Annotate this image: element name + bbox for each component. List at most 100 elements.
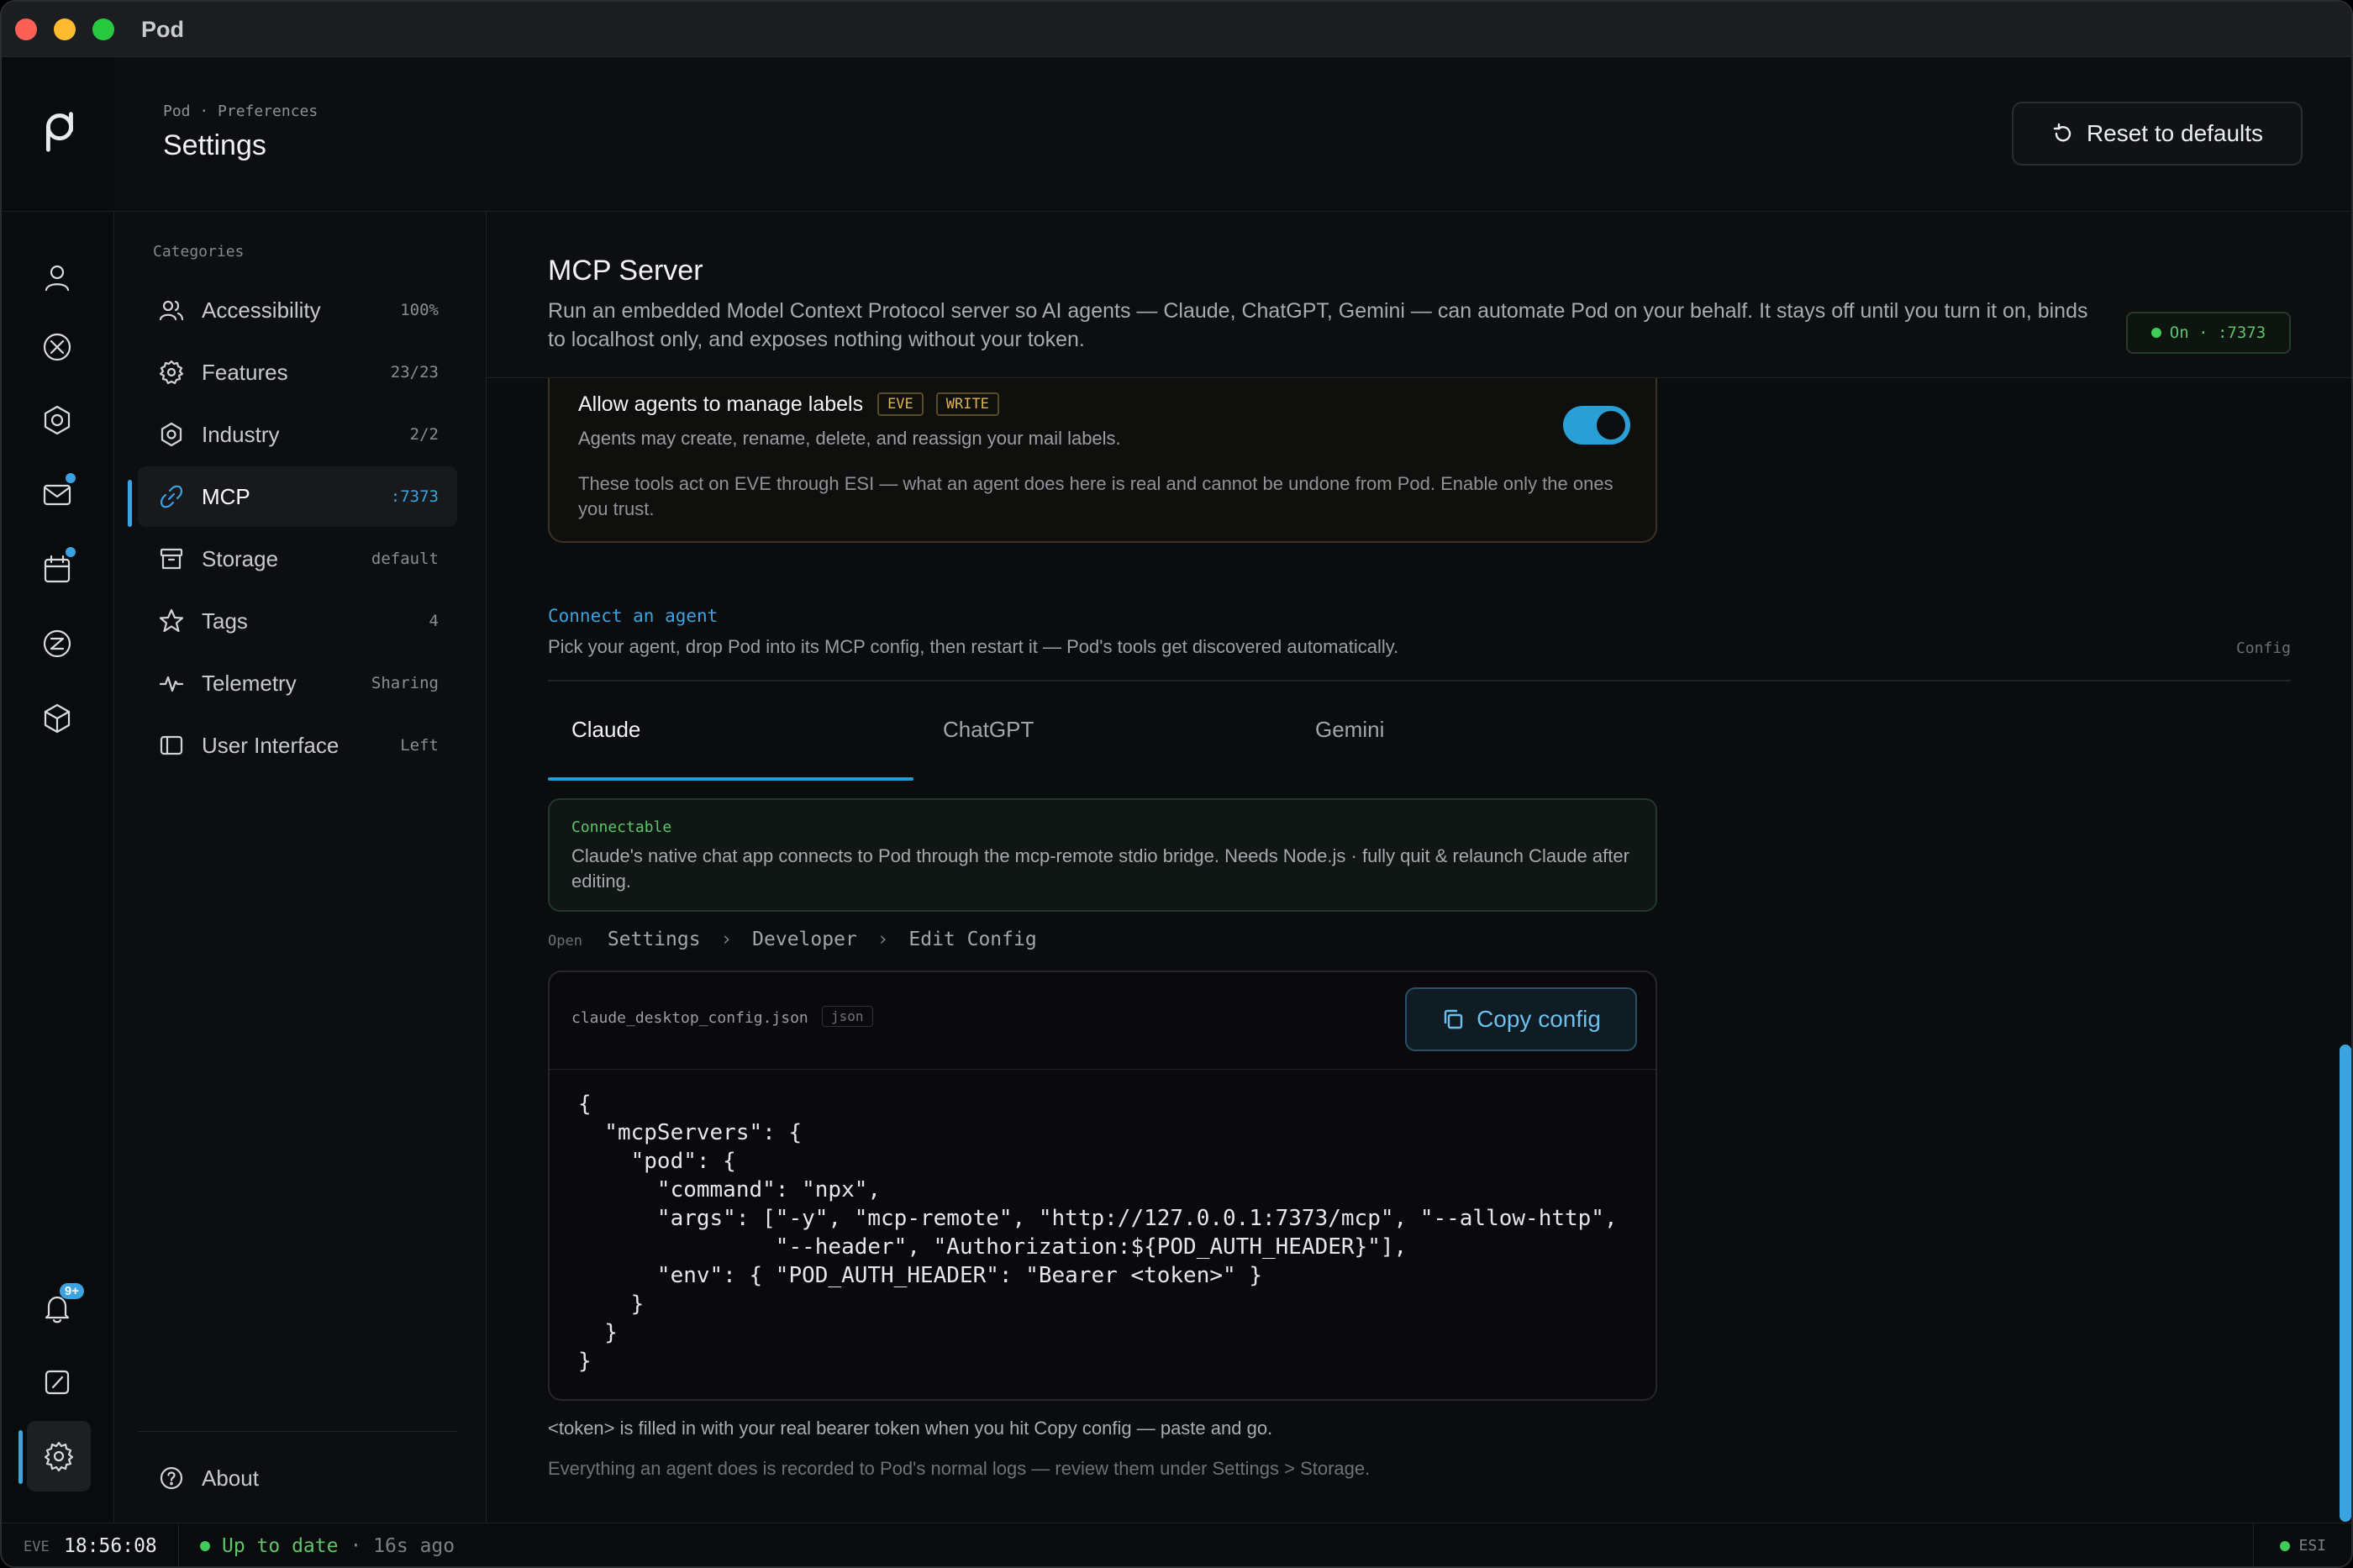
zoom-window-button[interactable] [92, 18, 114, 40]
link-icon [160, 485, 183, 508]
reset-defaults-label: Reset to defaults [2086, 120, 2264, 146]
file-type-tag: json [822, 1006, 873, 1027]
esi-status: ESI [2280, 1537, 2326, 1555]
sidebar-active-indicator [128, 480, 132, 527]
sidebar-item-accessibility[interactable]: Accessibility 100% [138, 280, 457, 340]
tab-chatgpt[interactable]: ChatGPT [943, 717, 1034, 779]
pod-logo-icon [45, 112, 73, 152]
connect-agent-description: Pick your agent, drop Pod into its MCP c… [548, 636, 1399, 657]
permission-subtitle: Agents may create, rename, delete, and r… [578, 428, 1121, 449]
sidebar-item-tags[interactable]: Tags 4 [138, 591, 457, 651]
edit-box-icon[interactable] [30, 1355, 84, 1409]
calendar-icon[interactable] [30, 542, 84, 596]
gear-icon[interactable] [27, 1421, 91, 1492]
connectable-label: Connectable [571, 818, 672, 836]
sync-time-ago: · 16s ago [350, 1535, 455, 1557]
token-footnote: <token> is filled in with your real bear… [548, 1418, 1273, 1439]
sidebar-item-mcp[interactable]: MCP :7373 [138, 466, 457, 527]
eve-tag: EVE [877, 392, 924, 416]
status-dot [2150, 328, 2161, 338]
sidebar-item-meta: 100% [400, 301, 439, 319]
sync-status-dot [200, 1541, 210, 1551]
close-window-button[interactable] [15, 18, 37, 40]
code-card-header: claude_desktop_config.json json Copy con… [550, 972, 1656, 1070]
z-circle-icon[interactable] [30, 617, 84, 671]
chevron-right-icon: › [720, 929, 733, 950]
cube-icon[interactable] [30, 692, 84, 745]
section-description: Run an embedded Model Context Protocol s… [548, 299, 2088, 351]
mail-icon[interactable] [30, 468, 84, 522]
breadcrumb: Pod · Preferences [163, 103, 318, 120]
config-code[interactable]: { "mcpServers": { "pod": { "command": "n… [578, 1090, 1618, 1376]
categories-heading: Categories [153, 243, 245, 260]
active-tab-underline [548, 777, 913, 781]
path-step: Edit Config [908, 929, 1037, 950]
sidebar-item-label: Tags [202, 608, 248, 634]
sidebar-item-user-interface[interactable]: User Interface Left [138, 715, 457, 776]
sidebar-item-meta: 23/23 [390, 363, 439, 381]
connectable-text: Claude's native chat app connects to Pod… [571, 845, 1629, 892]
main-scrollbar[interactable] [2340, 1044, 2351, 1522]
users-icon [159, 300, 184, 321]
connectable-card: Connectable Claude's native chat app con… [548, 798, 1657, 912]
sidebar-item-label: User Interface [202, 732, 340, 758]
user-icon[interactable] [30, 250, 84, 304]
reset-defaults-button[interactable]: Reset to defaults [2012, 102, 2303, 166]
path-step: Settings [607, 929, 701, 950]
config-label: Config [2235, 639, 2291, 657]
sync-status-text: Up to date [222, 1535, 339, 1557]
sidebar-item-storage[interactable]: Storage default [138, 529, 457, 589]
sidebar-item-about[interactable]: About [138, 1448, 457, 1508]
app-logo [2, 57, 114, 212]
logs-footnote: Everything an agent does is recorded to … [548, 1458, 1371, 1479]
status-divider [2253, 1523, 2254, 1566]
section-title: MCP Server [548, 255, 703, 287]
server-status-text: On · :7373 [2169, 324, 2266, 342]
copy-config-button[interactable]: Copy config [1405, 987, 1637, 1051]
circle-x-icon[interactable] [30, 320, 84, 374]
pulse-icon [159, 676, 184, 692]
manage-labels-toggle[interactable] [1563, 406, 1630, 445]
sidebar-item-telemetry[interactable]: Telemetry Sharing [138, 653, 457, 713]
question-circle-icon [160, 1466, 183, 1490]
hexagon-icon[interactable] [30, 393, 84, 447]
bell-icon[interactable]: 9+ [30, 1281, 84, 1335]
minimize-window-button[interactable] [54, 18, 76, 40]
server-status-badge: On · :7373 [2126, 312, 2291, 354]
rail-active-indicator [18, 1430, 23, 1484]
tab-gemini[interactable]: Gemini [1315, 717, 1384, 779]
sidebar-item-industry[interactable]: Industry 2/2 [138, 404, 457, 465]
sidebar-divider [138, 1431, 457, 1432]
gear-badge-icon [159, 360, 184, 385]
sidebar-item-label: Storage [202, 545, 279, 571]
esi-status-dot [2280, 1540, 2291, 1551]
reset-icon [2053, 123, 2071, 142]
write-tag: WRITE [935, 392, 999, 416]
app-title: Pod [141, 17, 184, 42]
page-title: Settings [163, 129, 266, 161]
sidebar-layout-icon [160, 735, 183, 755]
sidebar-item-meta: Left [400, 736, 439, 755]
archive-icon [160, 548, 183, 570]
toggle-knob [1597, 411, 1625, 439]
sidebar-item-label: Telemetry [202, 670, 297, 696]
sidebar-item-features[interactable]: Features 23/23 [138, 342, 457, 403]
esi-label: ESI [2298, 1537, 2326, 1555]
title-bar: Pod [2, 2, 2351, 57]
open-label: Open [548, 933, 582, 950]
main-content: Allow agents to manage labels EVE WRITE … [487, 213, 2351, 1523]
config-code-card: claude_desktop_config.json json Copy con… [548, 971, 1657, 1401]
nav-rail: 9+ [2, 57, 114, 1523]
calendar-unread-dot [66, 547, 76, 557]
permission-note: These tools act on EVE through ESI — wha… [578, 473, 1613, 519]
sidebar-item-meta: default [371, 550, 439, 568]
copy-icon [1444, 1009, 1463, 1029]
eve-label: EVE [24, 1539, 50, 1555]
permission-title: Allow agents to manage labels [578, 392, 864, 416]
sidebar-item-label: About [202, 1465, 259, 1491]
sync-status: Up to date · 16s ago [200, 1535, 455, 1557]
sidebar-item-label: MCP [202, 483, 250, 509]
tab-claude[interactable]: Claude [571, 717, 640, 779]
chevron-right-icon: › [876, 929, 889, 950]
sidebar-item-label: Industry [202, 421, 280, 447]
